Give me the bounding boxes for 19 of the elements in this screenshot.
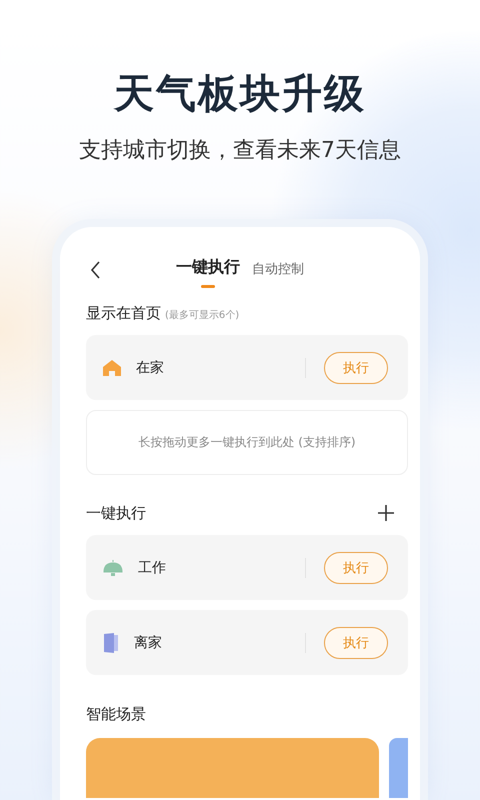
scene-card[interactable]: 离家 执行 bbox=[86, 610, 408, 675]
door-icon bbox=[102, 632, 120, 654]
section-title: 显示在首页 bbox=[86, 304, 161, 322]
tab[interactable]: 自动控制 bbox=[252, 260, 304, 288]
scene-name: 离家 bbox=[134, 634, 163, 652]
scene-name: 在家 bbox=[136, 358, 165, 376]
drop-hint: 长按拖动更多一键执行到此处 (支持排序) bbox=[86, 410, 408, 475]
scene-name: 工作 bbox=[138, 558, 167, 576]
section-note: (最多可显示6个) bbox=[165, 310, 240, 321]
tab[interactable]: 一键执行 bbox=[176, 257, 240, 288]
section-title: 一键执行 bbox=[86, 504, 146, 522]
scene-card[interactable]: 在家 执行 bbox=[86, 335, 408, 400]
subtitle: 支持城市切换，查看未来7天信息 bbox=[79, 137, 401, 165]
house-icon bbox=[102, 358, 122, 376]
headline: 天气板块升级 bbox=[114, 70, 366, 119]
lamp-icon bbox=[102, 558, 124, 576]
scene-card[interactable]: 工作 执行 bbox=[86, 535, 408, 600]
plus-icon[interactable] bbox=[376, 503, 396, 523]
section-title: 智能场景 bbox=[86, 705, 146, 724]
